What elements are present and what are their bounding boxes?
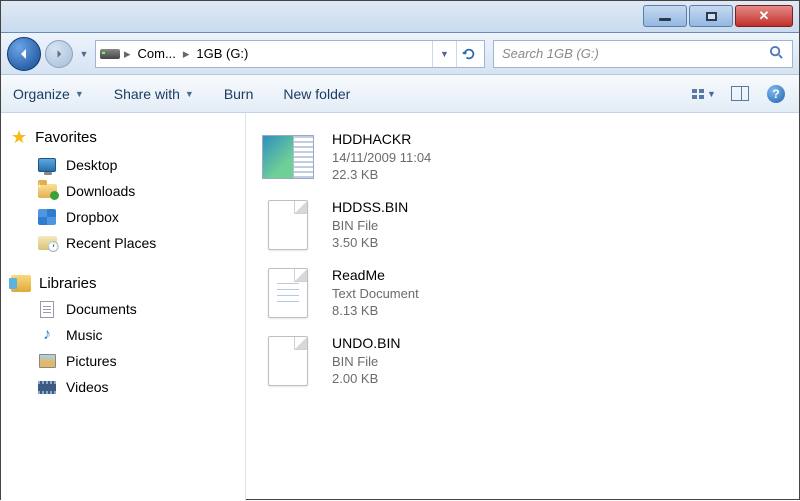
favorites-label: Favorites	[35, 129, 97, 146]
sidebar-item-documents[interactable]: Documents	[1, 296, 245, 322]
generic-file-icon	[268, 336, 308, 386]
breadcrumb-drive[interactable]: 1GB (G:)	[193, 46, 251, 61]
file-size: 22.3 KB	[332, 166, 431, 184]
file-item[interactable]: HDDHACKR14/11/2009 11:0422.3 KB	[260, 123, 785, 191]
text-file-icon	[268, 268, 308, 318]
new-folder-button[interactable]: New folder	[283, 86, 350, 102]
file-name: HDDHACKR	[332, 130, 431, 149]
organize-label: Organize	[13, 86, 70, 102]
sidebar-item-label: Desktop	[66, 157, 117, 173]
videos-icon	[37, 378, 57, 396]
star-icon: ★	[11, 127, 27, 148]
sidebar-item-label: Videos	[66, 379, 109, 395]
file-name: UNDO.BIN	[332, 334, 400, 353]
file-item[interactable]: ReadMeText Document8.13 KB	[260, 259, 785, 327]
organize-button[interactable]: Organize▼	[13, 86, 84, 102]
close-button[interactable]: ✕	[735, 5, 793, 27]
file-list: HDDHACKR14/11/2009 11:0422.3 KBHDDSS.BIN…	[246, 113, 799, 501]
drive-icon	[100, 45, 120, 63]
libraries-icon	[11, 274, 31, 292]
favorites-group[interactable]: ★ Favorites	[1, 123, 245, 152]
sidebar-item-label: Music	[66, 327, 103, 343]
sidebar-item-label: Recent Places	[66, 235, 156, 251]
application-icon	[262, 135, 314, 179]
sidebar-item-dropbox[interactable]: Dropbox	[1, 204, 245, 230]
title-bar: ✕	[1, 1, 799, 33]
file-size: 3.50 KB	[332, 234, 408, 252]
sidebar-item-desktop[interactable]: Desktop	[1, 152, 245, 178]
forward-button[interactable]	[45, 40, 73, 68]
chevron-right-icon[interactable]: ▸	[124, 46, 131, 62]
breadcrumb-computer[interactable]: Com...	[135, 46, 179, 61]
sidebar-item-recent-places[interactable]: Recent Places	[1, 230, 245, 256]
file-item[interactable]: HDDSS.BINBIN File3.50 KB	[260, 191, 785, 259]
libraries-group[interactable]: Libraries	[1, 270, 245, 296]
share-with-button[interactable]: Share with▼	[114, 86, 194, 102]
sidebar-item-label: Dropbox	[66, 209, 119, 225]
file-name: ReadMe	[332, 266, 419, 285]
history-dropdown-icon[interactable]: ▼	[77, 49, 91, 59]
search-input[interactable]: Search 1GB (G:)	[493, 40, 793, 68]
file-size: 8.13 KB	[332, 302, 419, 320]
refresh-button[interactable]	[456, 41, 480, 67]
minimize-button[interactable]	[643, 5, 687, 27]
search-icon	[769, 45, 784, 63]
file-size: 2.00 KB	[332, 370, 400, 388]
maximize-button[interactable]	[689, 5, 733, 27]
address-dropdown-icon[interactable]: ▼	[432, 41, 456, 67]
sidebar-item-downloads[interactable]: Downloads	[1, 178, 245, 204]
preview-pane-button[interactable]	[729, 85, 751, 103]
sidebar-item-videos[interactable]: Videos	[1, 374, 245, 400]
sidebar-item-label: Downloads	[66, 183, 135, 199]
desktop-icon	[37, 156, 57, 174]
file-meta-line: 14/11/2009 11:04	[332, 149, 431, 167]
pictures-icon	[37, 352, 57, 370]
chevron-right-icon[interactable]: ▸	[183, 46, 190, 62]
file-item[interactable]: UNDO.BINBIN File2.00 KB	[260, 327, 785, 395]
burn-button[interactable]: Burn	[224, 86, 254, 102]
recent-places-icon	[37, 234, 57, 252]
sidebar-item-pictures[interactable]: Pictures	[1, 348, 245, 374]
file-meta-line: BIN File	[332, 353, 400, 371]
burn-label: Burn	[224, 86, 254, 102]
navigation-bar: ▼ ▸ Com... ▸ 1GB (G:) ▼ Search 1GB (G:)	[1, 33, 799, 75]
generic-file-icon	[268, 200, 308, 250]
help-button[interactable]: ?	[765, 85, 787, 103]
view-options-button[interactable]: ▼	[693, 85, 715, 103]
command-toolbar: Organize▼ Share with▼ Burn New folder ▼ …	[1, 75, 799, 113]
file-meta-line: Text Document	[332, 285, 419, 303]
address-bar[interactable]: ▸ Com... ▸ 1GB (G:) ▼	[95, 40, 485, 68]
dropbox-icon	[37, 208, 57, 226]
sidebar-item-label: Documents	[66, 301, 137, 317]
sidebar-item-music[interactable]: ♪ Music	[1, 322, 245, 348]
file-name: HDDSS.BIN	[332, 198, 408, 217]
navigation-sidebar: ★ Favorites Desktop Downloads Dropbox Re…	[1, 113, 246, 501]
search-placeholder: Search 1GB (G:)	[502, 46, 599, 61]
libraries-label: Libraries	[39, 275, 97, 292]
downloads-icon	[37, 182, 57, 200]
file-meta-line: BIN File	[332, 217, 408, 235]
music-icon: ♪	[37, 326, 57, 344]
documents-icon	[37, 300, 57, 318]
sidebar-item-label: Pictures	[66, 353, 117, 369]
back-button[interactable]	[7, 37, 41, 71]
new-folder-label: New folder	[283, 86, 350, 102]
share-label: Share with	[114, 86, 180, 102]
